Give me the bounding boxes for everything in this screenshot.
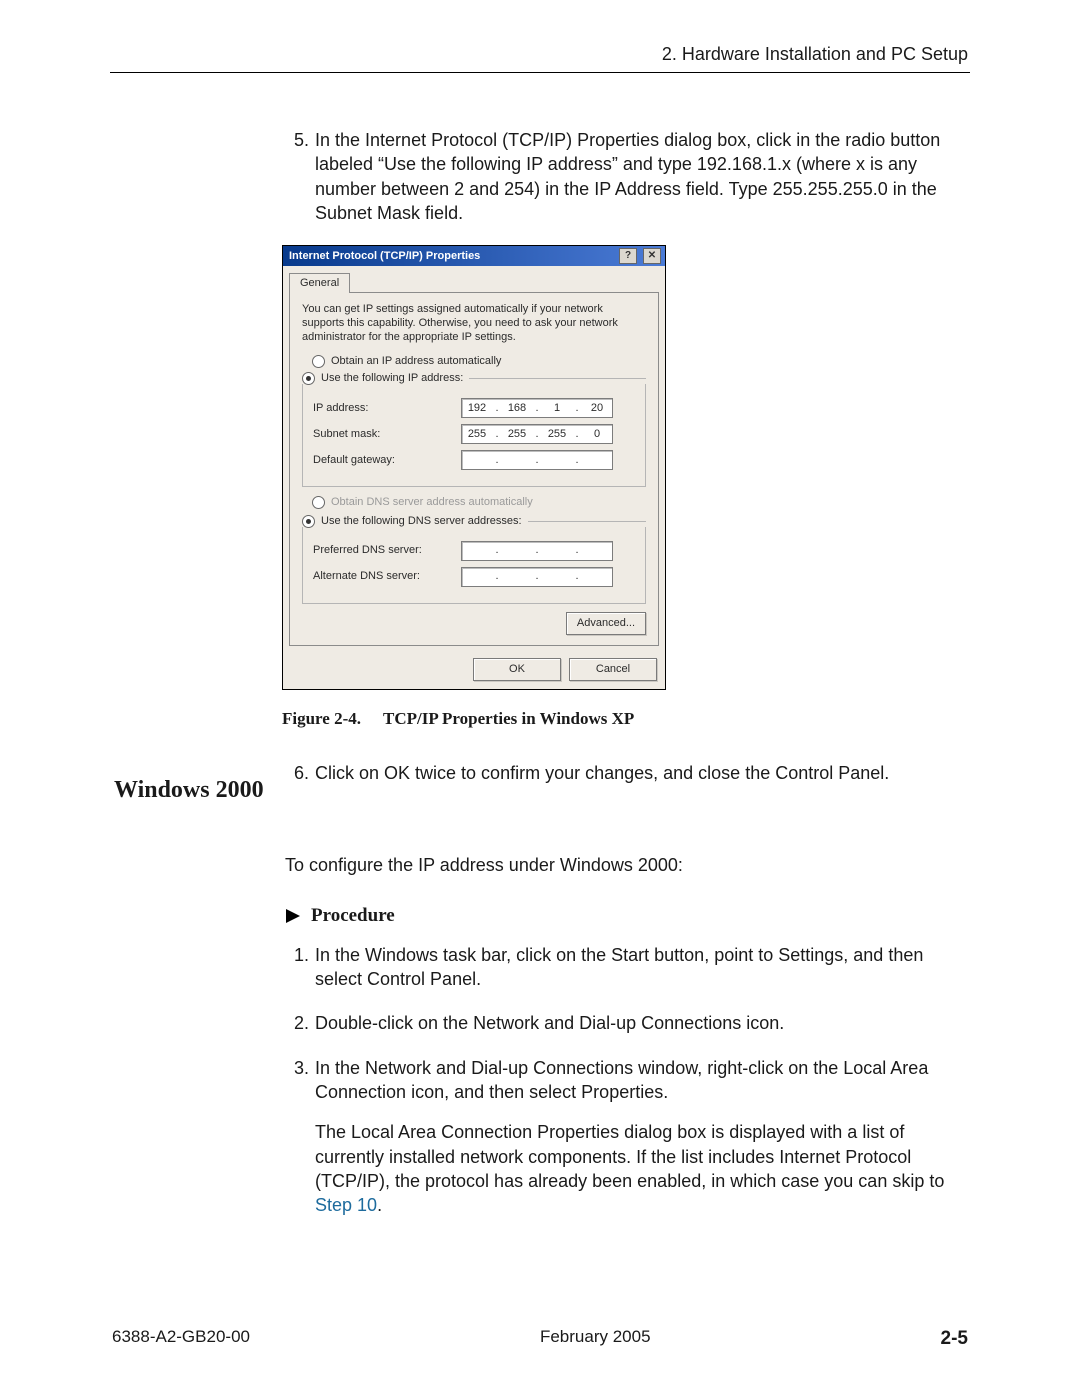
- footer-page-number: 2-5: [941, 1326, 968, 1352]
- ip-address-field[interactable]: 192. 168. 1. 20: [461, 398, 613, 418]
- proc-step-1: 1. In the Windows task bar, click on the…: [285, 943, 968, 992]
- heading-windows-2000: Windows 2000: [114, 774, 279, 806]
- dot-icon: .: [575, 543, 579, 558]
- dialog-intro-text: You can get IP settings assigned automat…: [302, 303, 646, 344]
- step-text: Click on OK twice to confirm your change…: [315, 761, 968, 785]
- group-rule: [528, 521, 646, 522]
- dot-icon: .: [575, 427, 579, 442]
- ok-button[interactable]: OK: [473, 658, 561, 681]
- group-rule: [469, 378, 646, 379]
- page-footer: 6388-A2-GB20-00 February 2005 2-5: [112, 1326, 968, 1352]
- step-number: 6.: [285, 761, 309, 785]
- advanced-row: Advanced...: [302, 612, 646, 635]
- dialog-title: Internet Protocol (TCP/IP) Properties: [289, 249, 613, 264]
- procedure-label: Procedure: [311, 903, 395, 929]
- text-run: .: [377, 1195, 382, 1215]
- radio-icon: [312, 496, 325, 509]
- figure-2-4: Internet Protocol (TCP/IP) Properties ? …: [282, 245, 968, 689]
- ip-octet: 20: [583, 401, 611, 416]
- row-alternate-dns: Alternate DNS server: . . .: [313, 567, 635, 587]
- dot-icon: .: [535, 543, 539, 558]
- preferred-dns-field[interactable]: . . .: [461, 541, 613, 561]
- ip-octet: 255: [543, 427, 571, 442]
- label-default-gateway: Default gateway:: [313, 453, 453, 468]
- step-text: In the Windows task bar, click on the St…: [315, 943, 968, 992]
- dot-icon: .: [495, 543, 499, 558]
- dot-icon: .: [535, 427, 539, 442]
- proc-step-2: 2. Double-click on the Network and Dial-…: [285, 1011, 968, 1035]
- figure-caption: Figure 2-4. TCP/IP Properties in Windows …: [282, 708, 968, 731]
- ip-octet: 255: [503, 427, 531, 442]
- label-subnet-mask: Subnet mask:: [313, 427, 453, 442]
- proc-step-3: 3. In the Network and Dial-up Connection…: [285, 1056, 968, 1234]
- tab-general[interactable]: General: [289, 273, 350, 293]
- radio-label: Obtain an IP address automatically: [331, 354, 501, 369]
- lead-paragraph: To configure the IP address under Window…: [285, 853, 968, 877]
- page-header: 2. Hardware Installation and PC Setup: [662, 42, 968, 66]
- dot-icon: .: [495, 401, 499, 416]
- link-step-10[interactable]: Step 10: [315, 1195, 377, 1215]
- step-number: 3.: [285, 1056, 309, 1234]
- step-number: 2.: [285, 1011, 309, 1035]
- dot-icon: .: [535, 453, 539, 468]
- radio-auto-dns: Obtain DNS server address automatically: [312, 495, 646, 510]
- label-preferred-dns: Preferred DNS server:: [313, 543, 453, 558]
- ip-octet: 255: [463, 427, 491, 442]
- row-preferred-dns: Preferred DNS server: . . .: [313, 541, 635, 561]
- ip-octet: 1: [543, 401, 571, 416]
- dialog-button-bar: OK Cancel: [283, 652, 665, 689]
- step-text: Double-click on the Network and Dial-up …: [315, 1011, 968, 1035]
- row-subnet-mask: Subnet mask: 255. 255. 255. 0: [313, 424, 635, 444]
- dot-icon: .: [575, 401, 579, 416]
- figure-title: TCP/IP Properties in Windows XP: [383, 709, 634, 728]
- step-text: In the Network and Dial-up Connections w…: [315, 1056, 968, 1105]
- figure-label: Figure 2-4.: [282, 709, 361, 728]
- dot-icon: .: [575, 569, 579, 584]
- default-gateway-field[interactable]: . . .: [461, 450, 613, 470]
- cancel-button[interactable]: Cancel: [569, 658, 657, 681]
- tcpip-properties-dialog: Internet Protocol (TCP/IP) Properties ? …: [282, 245, 666, 689]
- group-static-ip: IP address: 192. 168. 1. 20 Subnet mask:…: [302, 384, 646, 487]
- row-default-gateway: Default gateway: . . .: [313, 450, 635, 470]
- tab-strip: General: [283, 266, 665, 292]
- dot-icon: .: [535, 401, 539, 416]
- footer-doc-id: 6388-A2-GB20-00: [112, 1326, 250, 1352]
- triangle-right-icon: [285, 908, 301, 924]
- procedure-heading: Procedure: [285, 903, 968, 929]
- label-ip-address: IP address:: [313, 401, 453, 416]
- ip-octet: 168: [503, 401, 531, 416]
- dot-icon: .: [495, 569, 499, 584]
- text-run: The Local Area Connection Properties dia…: [315, 1122, 944, 1191]
- step-text: In the Internet Protocol (TCP/IP) Proper…: [315, 128, 968, 225]
- dot-icon: .: [575, 453, 579, 468]
- step-number: 5.: [285, 128, 309, 225]
- tab-panel-general: You can get IP settings assigned automat…: [289, 292, 659, 646]
- ip-octet: 192: [463, 401, 491, 416]
- help-icon[interactable]: ?: [619, 248, 637, 264]
- step-6: 6. Click on OK twice to confirm your cha…: [285, 761, 968, 785]
- advanced-button[interactable]: Advanced...: [566, 612, 646, 635]
- step-5: 5. In the Internet Protocol (TCP/IP) Pro…: [285, 128, 968, 225]
- dot-icon: .: [495, 427, 499, 442]
- step-number: 1.: [285, 943, 309, 992]
- radio-label: Obtain DNS server address automatically: [331, 495, 533, 510]
- subnet-mask-field[interactable]: 255. 255. 255. 0: [461, 424, 613, 444]
- step-text-result: The Local Area Connection Properties dia…: [315, 1120, 968, 1217]
- dot-icon: .: [535, 569, 539, 584]
- row-ip-address: IP address: 192. 168. 1. 20: [313, 398, 635, 418]
- footer-date: February 2005: [540, 1326, 651, 1352]
- radio-auto-ip[interactable]: Obtain an IP address automatically: [312, 354, 646, 369]
- dialog-titlebar: Internet Protocol (TCP/IP) Properties ? …: [283, 246, 665, 266]
- dot-icon: .: [495, 453, 499, 468]
- label-alternate-dns: Alternate DNS server:: [313, 569, 453, 584]
- ip-octet: 0: [583, 427, 611, 442]
- close-icon[interactable]: ✕: [643, 248, 661, 264]
- radio-icon: [312, 355, 325, 368]
- header-rule: [110, 72, 970, 73]
- alternate-dns-field[interactable]: . . .: [461, 567, 613, 587]
- group-static-dns: Preferred DNS server: . . . Alternate DN…: [302, 527, 646, 604]
